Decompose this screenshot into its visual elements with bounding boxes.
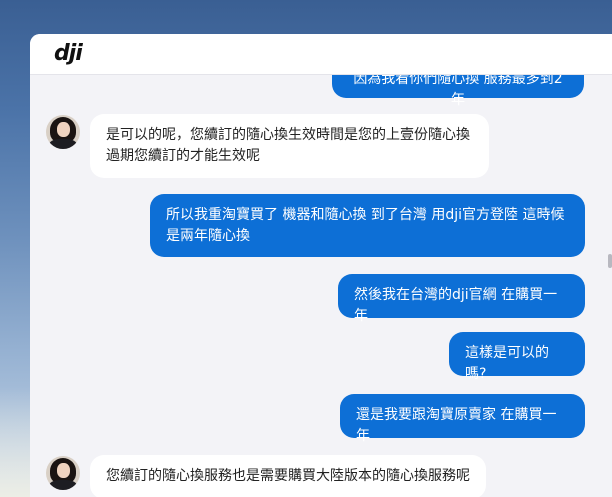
- user-message: 所以我重淘寶買了 機器和隨心換 到了台灣 用dji官方登陸 這時候 是兩年隨心換: [150, 194, 585, 257]
- chat-panel: 因為我看你們隨心換 服務最多到2年 是可以的呢，您續訂的隨心換生效時間是您的上壹…: [30, 34, 612, 497]
- message-line: 是可以的呢，您續訂的隨心換生效時間是您的上壹份隨心換: [106, 127, 470, 143]
- message-text: 您續訂的隨心換服務也是需要購買大陸版本的隨心換服務呢: [106, 468, 470, 484]
- scrollbar-thumb[interactable]: [608, 254, 612, 268]
- dji-logo[interactable]: dji: [54, 42, 83, 66]
- message-list[interactable]: 因為我看你們隨心換 服務最多到2年 是可以的呢，您續訂的隨心換生效時間是您的上壹…: [30, 34, 612, 497]
- message-line: 所以我重淘寶買了 機器和隨心換 到了台灣 用dji官方登陸 這時候: [166, 207, 565, 223]
- message-text: 這樣是可以的嗎?: [465, 345, 549, 382]
- message-text: 因為我看你們隨心換 服務最多到2年: [353, 71, 563, 108]
- chat-header: dji: [30, 34, 612, 75]
- agent-avatar: [46, 456, 80, 490]
- user-message: 還是我要跟淘寶原賣家 在購買一年: [340, 394, 585, 444]
- message-line: 是兩年隨心換: [166, 228, 250, 244]
- agent-message: 是可以的呢，您續訂的隨心換生效時間是您的上壹份隨心換 過期您續訂的才能生效呢: [90, 114, 489, 178]
- user-message: 這樣是可以的嗎?: [449, 332, 585, 382]
- message-line: 過期您續訂的才能生效呢: [106, 148, 260, 164]
- message-text: 然後我在台灣的dji官網 在購買一年: [354, 287, 558, 324]
- agent-message: 您續訂的隨心換服務也是需要購買大陸版本的隨心換服務呢: [90, 455, 486, 497]
- message-text: 還是我要跟淘寶原賣家 在購買一年: [356, 407, 557, 444]
- agent-avatar: [46, 115, 80, 149]
- user-message: 然後我在台灣的dji官網 在購買一年: [338, 274, 585, 324]
